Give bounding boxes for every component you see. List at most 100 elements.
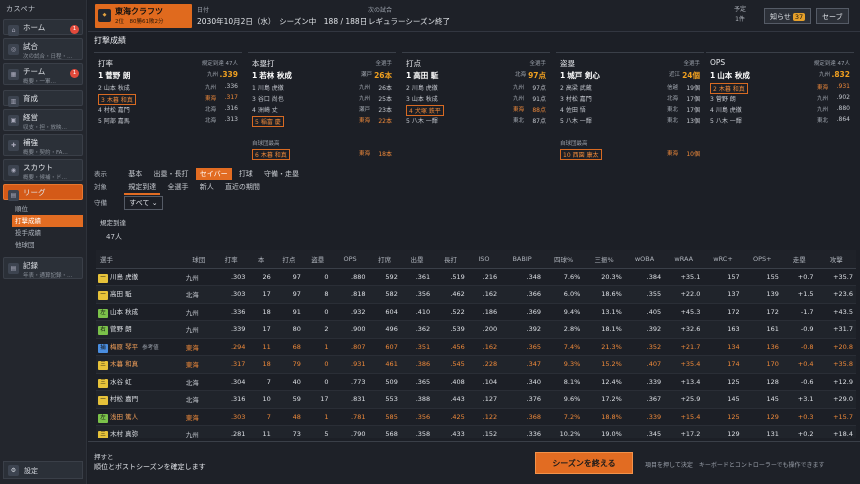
table-row[interactable]: 一高田 駈北海 .303 17 97 8.818 582.356.462.162.366 6… xyxy=(96,285,856,304)
table-row[interactable]: 左浅田 篤人 東海 .303 7 48 1.781 585.356.425.122.368 7… xyxy=(96,408,856,426)
nav-team[interactable]: ▦ チーム 概要・一軍… 1 xyxy=(3,63,83,85)
subnav-batting[interactable]: 打撃成績 xyxy=(12,215,83,227)
column-header[interactable]: BABIP xyxy=(500,250,545,269)
leader-row[interactable]: 1 若林 秋成 瀬戸 26本 xyxy=(252,70,392,80)
target-opt-qualified[interactable]: 規定到達 xyxy=(124,181,161,195)
nav-scout[interactable]: ◉ スカウト 概要・候補・ド… xyxy=(3,159,83,181)
leader-row[interactable]: 3 谷口 尚也 九州 25本 xyxy=(252,94,392,103)
column-header[interactable]: 四球% xyxy=(544,250,584,269)
date-label: 日付 xyxy=(197,7,210,14)
leader-card[interactable]: 本塁打 全選手 1 若林 秋成 瀬戸 26本 1 川島 虎徹 九州 26本 3 谷口 尚也 九州 25本 4… xyxy=(248,52,396,162)
schedule-indicator[interactable]: 予定 1件 xyxy=(728,5,752,27)
leader-row[interactable]: 4 川島 虎徹 九州 .880 xyxy=(710,105,850,114)
nav-match[interactable]: ◎ 試合 次の試合・日程・… xyxy=(3,38,83,60)
position-select[interactable]: すべて ⌄ xyxy=(124,196,163,210)
leader-row[interactable]: 5 稲富 慶 東海 22本 xyxy=(252,116,392,127)
leader-row[interactable]: 2 山本 秋成 九州 .336 xyxy=(98,83,238,92)
column-header[interactable]: wRC+ xyxy=(703,250,743,269)
table-row[interactable]: 三水谷 虹北海 .304 7 40 0.773 509.365.408.104.340 8.… xyxy=(96,373,856,391)
column-header[interactable]: OPS+ xyxy=(742,250,782,269)
leader-row[interactable]: 3 菅野 朗 九州 .902 xyxy=(710,94,850,103)
display-opt-batted[interactable]: 打球 xyxy=(235,168,257,180)
leader-row[interactable]: 5 阿部 嘉馬 北海 .313 xyxy=(98,116,238,125)
leader-row[interactable]: 4 犬塚 鉄平 東海 88点 xyxy=(406,105,546,116)
target-opt-recent[interactable]: 直近の期間 xyxy=(221,181,264,193)
subnav-other-teams[interactable]: 他球団 xyxy=(12,239,83,251)
nav-record[interactable]: ▤ 記録 年表・通算記録・… xyxy=(3,257,83,279)
nav-home[interactable]: ⌂ ホーム 1 xyxy=(3,19,83,36)
leader-card-title: 打点 xyxy=(406,59,421,68)
display-filter: 表示 基本 出塁・長打 セイバー 打球 守備・走塁 xyxy=(94,168,304,180)
table-header: 選手 球団 打率本打点 盗塁 OPS 打席 出塁 長打 ISO BABIP 四球% 三振% wOBA wR… xyxy=(96,250,856,269)
table-row[interactable]: 一川島 虎徹 九州 .303 26 97 0.880 592.361.519.216.348… xyxy=(96,268,856,286)
own-team-best-row[interactable]: 6 木暮 和真 東海 18本 xyxy=(252,149,392,160)
leader-card[interactable]: OPS 規定到達 47人 1 山本 秋成 九州 .832 2 木暮 和真 東海 .931 3 菅野 朗… xyxy=(706,52,854,162)
target-label: 対象 xyxy=(94,183,107,191)
column-header[interactable]: 攻撃 xyxy=(816,250,856,269)
leader-row[interactable]: 5 八木 一輝 東北 .864 xyxy=(710,116,850,125)
subnav-standings[interactable]: 順位 xyxy=(12,203,83,215)
leader-row[interactable]: 2 高梁 武蔵 信越 19個 xyxy=(560,83,700,92)
stat-cell: 21.3% xyxy=(583,338,625,356)
column-header[interactable]: 打率 xyxy=(213,250,249,269)
table-row[interactable]: 三木村 真弥 九州 .281 11 73 5.790 568.358.433.152.336… xyxy=(96,425,856,438)
team-card[interactable]: ◆ 東海クラフツ 2位 80勝61敗2分 xyxy=(95,4,192,28)
leader-row[interactable]: 4 佐田 悟 東北 17個 xyxy=(560,105,700,114)
nav-finance[interactable]: ▣ 経営 収支・担・放映… xyxy=(3,109,83,131)
target-opt-all[interactable]: 全選手 xyxy=(163,181,192,193)
column-header[interactable]: OPS xyxy=(331,250,369,269)
target-opt-rookie[interactable]: 新人 xyxy=(196,181,218,193)
column-header[interactable]: 打点 xyxy=(273,250,304,269)
column-header[interactable]: 走塁 xyxy=(781,250,817,269)
display-opt-saber[interactable]: セイバー xyxy=(195,168,232,180)
notifications-button[interactable]: 知らせ 37 xyxy=(764,8,812,24)
table-row[interactable]: 左山本 秋成 九州 .336 18 91 0.932 604.410.522.186.369… xyxy=(96,303,856,321)
column-header[interactable]: 盗塁 xyxy=(303,250,332,269)
leader-row[interactable]: 4 村松 嘉門 北海 .316 xyxy=(98,105,238,114)
table-row[interactable]: 三木暮 和真 東海 .317 18 79 0.931 461.386.545.228.347… xyxy=(96,355,856,374)
own-team-best-row[interactable]: 10 西園 康太 東海 10個 xyxy=(560,149,700,160)
leader-rank: 3 xyxy=(252,96,256,103)
leader-row[interactable]: 1 菅野 朗 九州 .339 xyxy=(98,70,238,80)
leader-row[interactable]: 1 川島 虎徹 九州 26本 xyxy=(252,83,392,92)
leader-row[interactable]: 2 川島 虎徹 九州 97点 xyxy=(406,83,546,92)
column-header[interactable]: 本 xyxy=(248,250,274,269)
table-row[interactable]: 捕梅原 琴平 参考値 東海 .294 11 68 1.807 607.351.456.162.… xyxy=(96,338,856,356)
leader-row[interactable]: 1 城戸 剣心 近江 24個 xyxy=(560,70,700,80)
save-button[interactable]: セーブ xyxy=(816,8,849,24)
column-header[interactable]: 選手 xyxy=(96,250,184,269)
table-row[interactable]: 一村松 嘉門 北海 .316 10 59 17.831 553.388.443.127.37… xyxy=(96,390,856,409)
stat-cell: .932 xyxy=(331,303,369,321)
column-header[interactable]: wRAA xyxy=(664,250,704,269)
column-header[interactable]: 長打 xyxy=(433,250,468,269)
leader-row[interactable]: 4 洲崎 丈 瀬戸 23本 xyxy=(252,105,392,114)
column-header[interactable]: ISO xyxy=(467,250,501,269)
leader-row[interactable]: 3 木暮 和真 東海 .317 xyxy=(98,94,238,105)
display-opt-onbase[interactable]: 出塁・長打 xyxy=(149,168,192,180)
leader-card[interactable]: 盗塁 全選手 1 城戸 剣心 近江 24個 2 高梁 武蔵 信越 19個 3 村松 嘉門 北海 17個 4 佐… xyxy=(556,52,704,162)
display-opt-defense[interactable]: 守備・走塁 xyxy=(260,168,303,180)
end-season-button[interactable]: シーズンを終える xyxy=(535,452,633,474)
column-header[interactable]: 出塁 xyxy=(400,250,434,269)
leader-row[interactable]: 5 八木 一輝 東北 13個 xyxy=(560,116,700,125)
leader-row[interactable]: 1 高田 駈 北海 97点 xyxy=(406,70,546,80)
nav-reinforce[interactable]: ✚ 補強 概要・契約・FA… xyxy=(3,134,83,156)
leader-row[interactable]: 5 八木 一輝 東北 87点 xyxy=(406,116,546,125)
nav-league[interactable]: ▤ リーグ xyxy=(3,184,83,201)
display-opt-basic[interactable]: 基本 xyxy=(124,168,146,180)
column-header[interactable]: 球団 xyxy=(183,250,214,269)
leader-card[interactable]: 打率 規定到達 47人 1 菅野 朗九州 .339 2 山本 秋成 九州 .336 3 木暮 和真東… xyxy=(94,52,242,162)
nav-training[interactable]: ▥ 育成 xyxy=(3,90,83,107)
subnav-pitching[interactable]: 投手成績 xyxy=(12,227,83,239)
leader-row[interactable]: 3 村松 嘉門 北海 17個 xyxy=(560,94,700,103)
leader-row[interactable]: 3 山本 秋成 九州 91点 xyxy=(406,94,546,103)
column-header[interactable]: wOBA xyxy=(624,250,665,269)
stat-cell: +1.5 xyxy=(781,285,817,304)
table-row[interactable]: 右菅野 朗九州 .339 17 80 2.900 496.362.539.200.392 2… xyxy=(96,320,856,339)
leader-card[interactable]: 打点 全選手 1 高田 駈北海 97点 2 川島 虎徹 九州 97点 3 山本 秋成 九州 91点 4 犬塚… xyxy=(402,52,550,162)
column-header[interactable]: 三振% xyxy=(583,250,625,269)
settings-button[interactable]: ⚙ 設定 xyxy=(3,461,83,479)
leader-row[interactable]: 2 木暮 和真 東海 .931 xyxy=(710,83,850,94)
column-header[interactable]: 打席 xyxy=(368,250,401,269)
leader-row[interactable]: 1 山本 秋成 九州 .832 xyxy=(710,70,850,80)
